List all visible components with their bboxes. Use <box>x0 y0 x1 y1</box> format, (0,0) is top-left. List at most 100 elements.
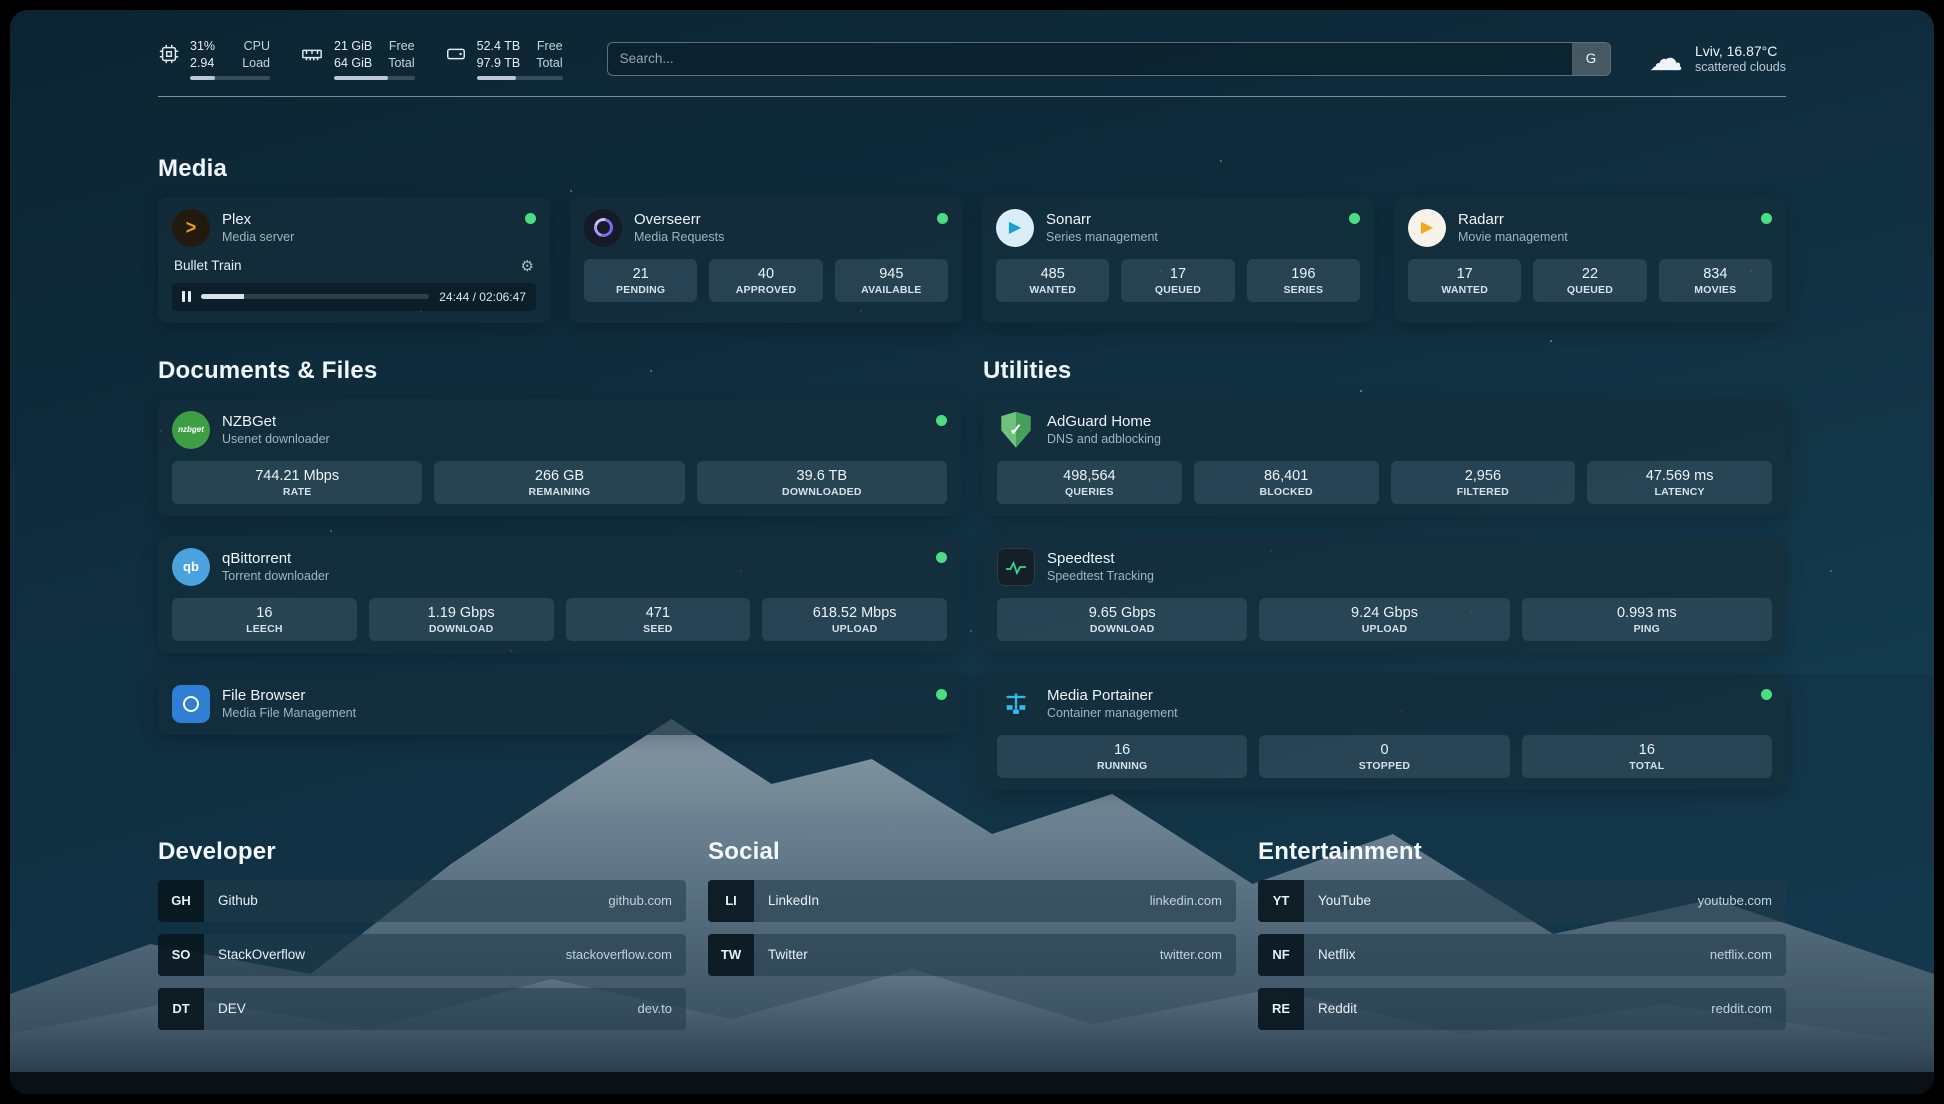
stat-value: 9.24 Gbps <box>1263 605 1505 621</box>
status-indicator <box>1349 213 1360 224</box>
stat-label: QUEUED <box>1537 284 1642 296</box>
service-name: Sonarr <box>1046 211 1158 228</box>
stat-value: 196 <box>1251 266 1356 282</box>
sonarr-icon: ▶ <box>996 209 1034 247</box>
now-playing-row: Bullet Train ⚙ <box>172 257 536 275</box>
bookmark-linkedin[interactable]: LI LinkedIn linkedin.com <box>708 880 1236 922</box>
disk-total-value: 97.9 TB <box>477 55 521 72</box>
service-name: File Browser <box>222 687 356 704</box>
stat-value: 945 <box>839 266 944 282</box>
stat-queued: 17 QUEUED <box>1121 259 1234 302</box>
nzbget-icon: nzbget <box>172 411 210 449</box>
stat-label: DOWNLOAD <box>1001 623 1243 635</box>
search-bar: G <box>607 42 1611 76</box>
radarr-icon: ▶ <box>1408 209 1446 247</box>
weather-widget[interactable]: ☁ Lviv, 16.87°C scattered clouds <box>1649 42 1786 76</box>
memory-widget: 21 GiBFree 64 GiBTotal <box>300 38 415 80</box>
memory-total-value: 64 GiB <box>334 55 372 72</box>
status-indicator <box>936 552 947 563</box>
stat-series: 196 SERIES <box>1247 259 1360 302</box>
stat-label: DOWNLOAD <box>373 623 550 635</box>
stat-rate: 744.21 Mbps RATE <box>172 461 422 504</box>
bookmark-twitter[interactable]: TW Twitter twitter.com <box>708 934 1236 976</box>
stat-movies: 834 MOVIES <box>1659 259 1772 302</box>
stat-value: 618.52 Mbps <box>766 605 943 621</box>
stat-upload: 9.24 Gbps UPLOAD <box>1259 598 1509 641</box>
section-title-utilities: Utilities <box>983 357 1786 385</box>
stat-stopped: 0 STOPPED <box>1259 735 1509 778</box>
bookmark-url: linkedin.com <box>1150 893 1236 908</box>
bookmark-stackoverflow[interactable]: SO StackOverflow stackoverflow.com <box>158 934 686 976</box>
stat-label: REMAINING <box>438 486 680 498</box>
service-link-nzbget[interactable]: nzbget NZBGet Usenet downloader <box>172 411 947 449</box>
cloud-icon: ☁ <box>1649 42 1683 76</box>
disk-icon <box>445 43 467 70</box>
bookmark-group-developer: Developer GH Github github.com SO StackO… <box>158 838 686 1042</box>
stat-approved: 40 APPROVED <box>709 259 822 302</box>
service-link-filebrowser[interactable]: File Browser Media File Management <box>172 685 947 723</box>
service-link-overseerr[interactable]: Overseerr Media Requests <box>584 209 948 247</box>
disk-bar <box>477 76 563 80</box>
bookmark-name: Netflix <box>1304 947 1356 962</box>
stat-label: RATE <box>176 486 418 498</box>
stat-label: DOWNLOADED <box>701 486 943 498</box>
bookmark-reddit[interactable]: RE Reddit reddit.com <box>1258 988 1786 1030</box>
gear-icon[interactable]: ⚙ <box>521 257 534 275</box>
stat-value: 16 <box>1526 742 1768 758</box>
stat-value: 21 <box>588 266 693 282</box>
pause-icon[interactable] <box>182 291 191 302</box>
cpu-load-value: 2.94 <box>190 55 214 72</box>
bookmark-github[interactable]: GH Github github.com <box>158 880 686 922</box>
stat-label: UPLOAD <box>766 623 943 635</box>
service-link-speedtest[interactable]: Speedtest Speedtest Tracking <box>997 548 1772 586</box>
stat-label: QUEUED <box>1125 284 1230 296</box>
cpu-widget: 31%CPU 2.94Load <box>158 38 270 80</box>
service-link-radarr[interactable]: ▶ Radarr Movie management <box>1408 209 1772 247</box>
stat-label: FILTERED <box>1395 486 1572 498</box>
memory-free-value: 21 GiB <box>334 38 372 55</box>
bookmark-netflix[interactable]: NF Netflix netflix.com <box>1258 934 1786 976</box>
stat-value: 498,564 <box>1001 468 1178 484</box>
bookmark-name: Twitter <box>754 947 808 962</box>
bookmark-name: Github <box>204 893 258 908</box>
memory-icon <box>300 43 324 70</box>
service-link-adguard[interactable]: ✓ AdGuard Home DNS and adblocking <box>997 411 1772 449</box>
bookmark-abbr: SO <box>158 934 204 976</box>
stat-value: 86,401 <box>1198 468 1375 484</box>
service-card-portainer: Media Portainer Container management 16 … <box>983 673 1786 790</box>
stat-label: WANTED <box>1412 284 1517 296</box>
service-name: Media Portainer <box>1047 687 1178 704</box>
now-playing-title: Bullet Train <box>174 258 242 273</box>
stat-wanted: 485 WANTED <box>996 259 1109 302</box>
section-title-media: Media <box>158 155 1786 183</box>
service-name: Speedtest <box>1047 550 1154 567</box>
bookmark-youtube[interactable]: YT YouTube youtube.com <box>1258 880 1786 922</box>
bookmark-url: youtube.com <box>1698 893 1786 908</box>
section-documents: Documents & Files nzbget NZBGet Usenet d… <box>158 357 961 790</box>
stat-ping: 0.993 ms PING <box>1522 598 1772 641</box>
status-indicator <box>1761 213 1772 224</box>
service-link-plex[interactable]: > Plex Media server <box>172 209 536 247</box>
search-input[interactable] <box>620 51 1572 66</box>
stat-value: 744.21 Mbps <box>176 468 418 484</box>
bookmark-dev[interactable]: DT DEV dev.to <box>158 988 686 1030</box>
search-provider-button[interactable]: G <box>1572 43 1610 75</box>
service-link-sonarr[interactable]: ▶ Sonarr Series management <box>996 209 1360 247</box>
stat-label: TOTAL <box>1526 760 1768 772</box>
status-indicator <box>1761 689 1772 700</box>
service-name: NZBGet <box>222 413 330 430</box>
playback-time: 24:44 / 02:06:47 <box>439 290 526 304</box>
stat-value: 47.569 ms <box>1591 468 1768 484</box>
cpu-usage-label: CPU <box>244 38 270 55</box>
stat-total: 16 TOTAL <box>1522 735 1772 778</box>
header-divider <box>158 96 1786 97</box>
stat-value: 1.19 Gbps <box>373 605 550 621</box>
service-subtitle: DNS and adblocking <box>1047 432 1161 446</box>
service-card-qbittorrent: qb qBittorrent Torrent downloader 16 LEE… <box>158 536 961 653</box>
service-link-portainer[interactable]: Media Portainer Container management <box>997 685 1772 723</box>
section-title-developer: Developer <box>158 838 686 866</box>
memory-total-label: Total <box>388 55 414 72</box>
memory-bar <box>334 76 415 80</box>
service-link-qbittorrent[interactable]: qb qBittorrent Torrent downloader <box>172 548 947 586</box>
stat-label: QUERIES <box>1001 486 1178 498</box>
